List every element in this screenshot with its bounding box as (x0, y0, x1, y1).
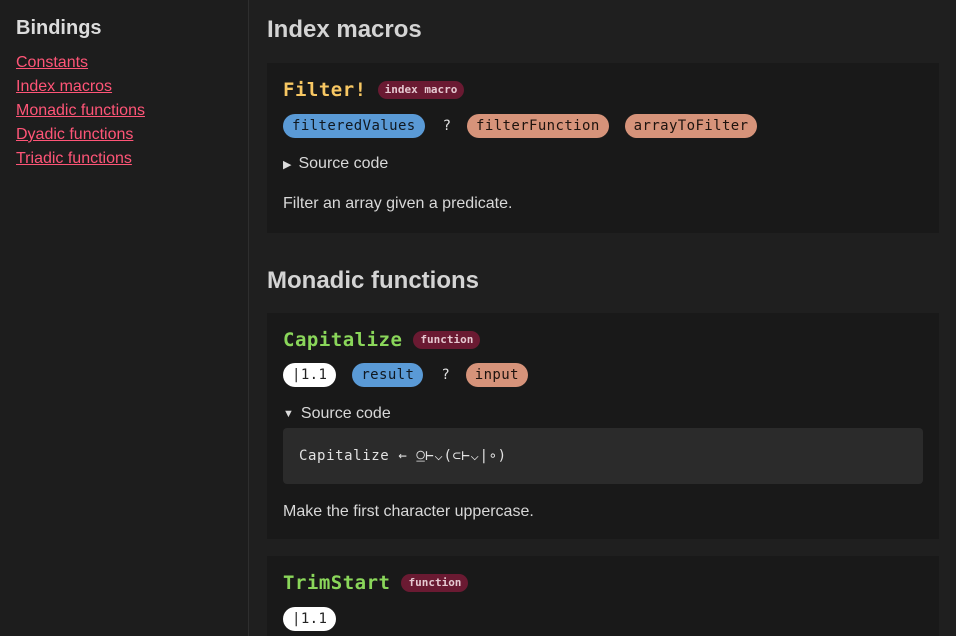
sidebar-title: Bindings (16, 17, 102, 39)
input-pill: filterFunction (467, 114, 609, 138)
triangle-down-icon: ▼ (283, 408, 294, 420)
source-code-text: Capitalize ← ⍜⊢⌵(⊂⊢⌵|∘) (299, 448, 507, 464)
definition-header: Capitalize function (283, 328, 923, 352)
sidebar-link-constants[interactable]: Constants (16, 51, 232, 75)
signature: |1.1 (283, 607, 923, 631)
source-code-toggle[interactable]: ▼ Source code (283, 404, 923, 424)
signature: filteredValues ? filterFunction arrayToF… (283, 114, 923, 138)
output-pill: filteredValues (283, 114, 425, 138)
section-title-monadic-functions: Monadic functions (267, 267, 479, 294)
definition-card-capitalize: Capitalize function |1.1 result ? input … (267, 313, 939, 539)
definition-header: TrimStart function (283, 571, 923, 595)
source-code-label: Source code (298, 155, 389, 172)
definition-name: TrimStart (283, 572, 391, 594)
source-code-toggle[interactable]: ▶ Source code (283, 154, 923, 174)
signature-separator: ? (441, 367, 450, 383)
source-code-label: Source code (300, 405, 391, 422)
sidebar-link-triadic-functions[interactable]: Triadic functions (16, 147, 232, 171)
kind-badge: function (401, 574, 469, 592)
definition-name: Capitalize (283, 329, 403, 351)
section-title-index-macros: Index macros (267, 16, 422, 43)
output-pill: result (352, 363, 424, 387)
input-pill: input (465, 363, 528, 387)
signature-separator: ? (442, 118, 452, 134)
sidebar-link-monadic-functions[interactable]: Monadic functions (16, 99, 232, 123)
kind-badge: function (413, 331, 481, 349)
signature: |1.1 result ? input (283, 363, 923, 387)
definition-card-trimstart: TrimStart function |1.1 (267, 556, 939, 636)
sidebar-link-dyadic-functions[interactable]: Dyadic functions (16, 123, 232, 147)
definition-card-filter: Filter! index macro filteredValues ? fil… (267, 63, 939, 233)
definition-header: Filter! index macro (283, 78, 923, 102)
kind-badge: index macro (377, 81, 465, 99)
definition-description: Make the first character uppercase. (283, 503, 534, 520)
sidebar: Bindings Constants Index macros Monadic … (0, 0, 249, 636)
main-content: Index macros Filter! index macro filtere… (250, 0, 956, 636)
input-pill: arrayToFilter (624, 114, 758, 138)
definition-description: Filter an array given a predicate. (283, 195, 513, 212)
definition-name: Filter! (283, 79, 367, 101)
triangle-right-icon: ▶ (283, 158, 292, 171)
version-pill: |1.1 (283, 363, 337, 387)
source-code-block: Capitalize ← ⍜⊢⌵(⊂⊢⌵|∘) (283, 428, 923, 484)
sidebar-link-index-macros[interactable]: Index macros (16, 75, 232, 99)
version-pill: |1.1 (283, 607, 337, 631)
